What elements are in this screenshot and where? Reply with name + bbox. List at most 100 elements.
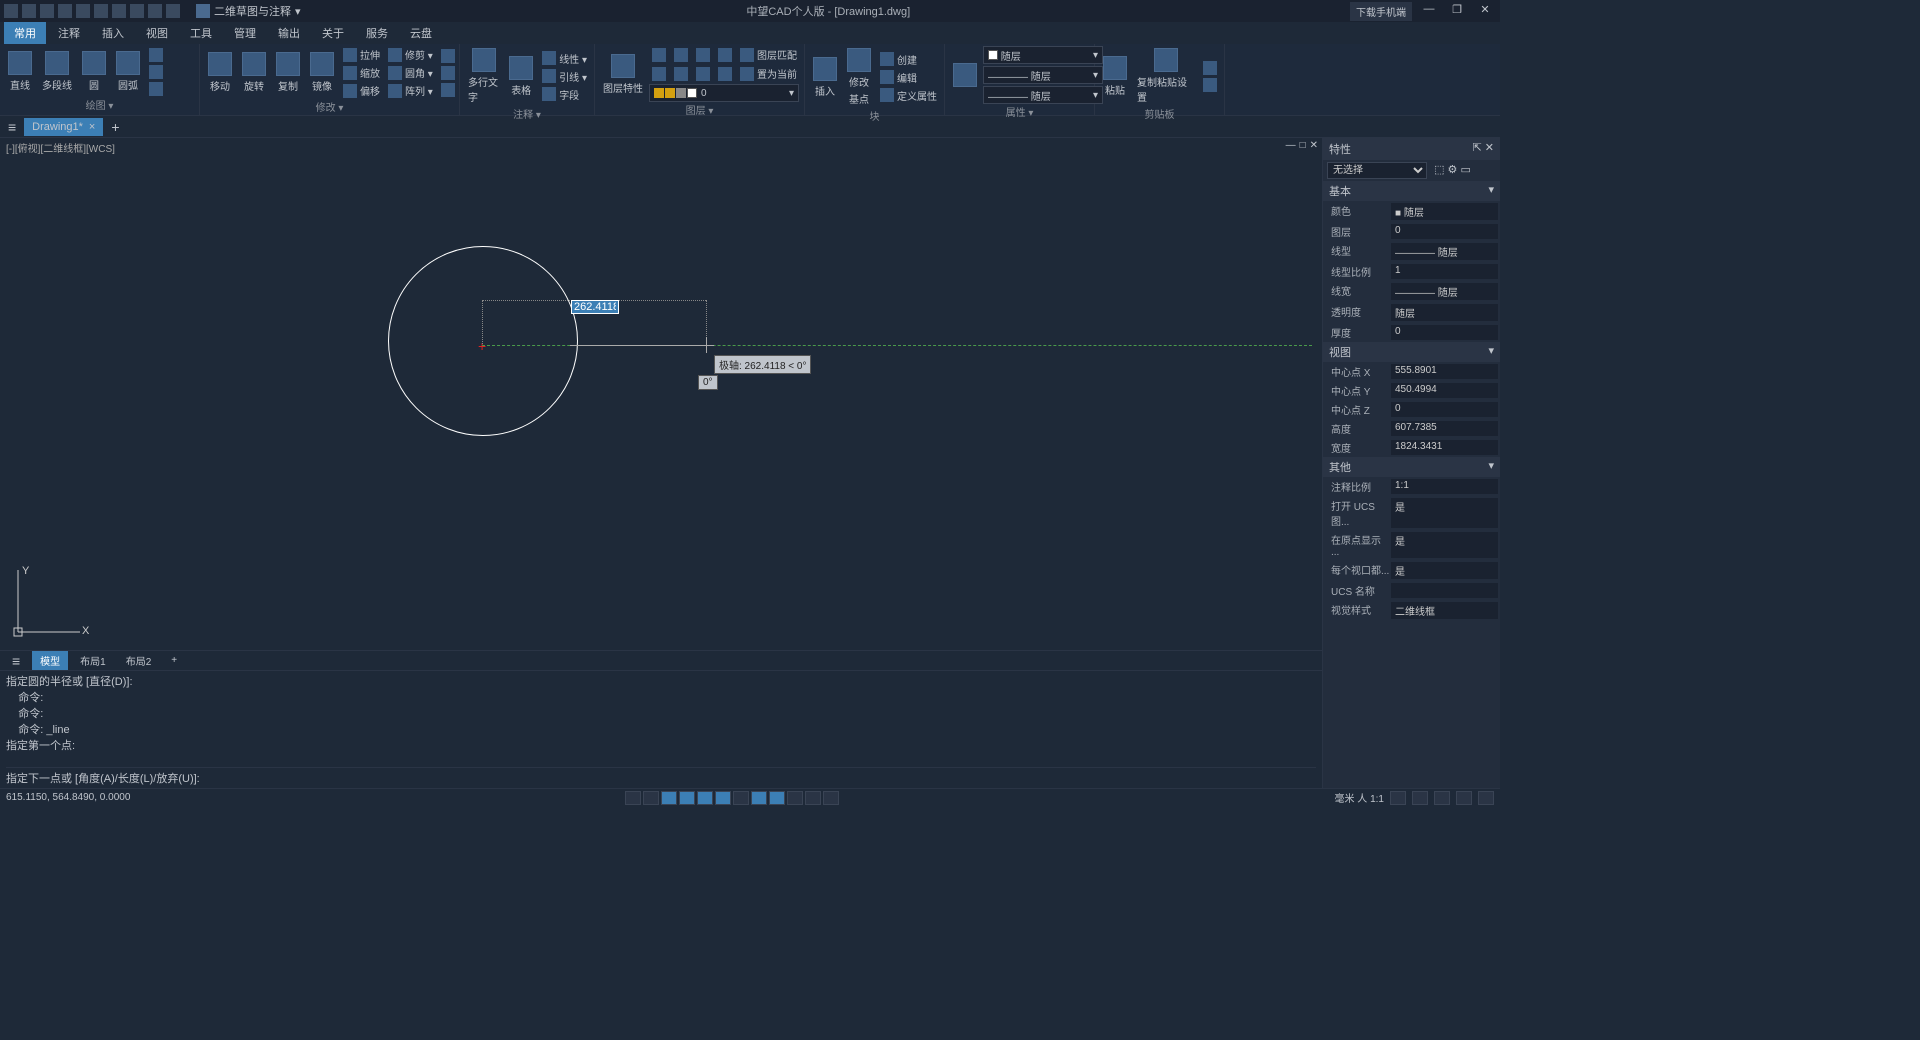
osnap-toggle[interactable] xyxy=(697,791,713,805)
viewport-minimize-icon[interactable]: — xyxy=(1286,140,1296,151)
viewport-close-icon[interactable]: ✕ xyxy=(1310,140,1318,151)
layer-combo[interactable]: 0 ▾ xyxy=(649,84,799,102)
polar-toggle[interactable] xyxy=(679,791,695,805)
redo-icon[interactable] xyxy=(148,4,162,18)
spline-button[interactable] xyxy=(146,47,166,63)
trim-button[interactable]: 修剪 ▾ xyxy=(385,46,436,63)
new-icon[interactable] xyxy=(22,4,36,18)
layer-thaw-button[interactable] xyxy=(649,65,669,82)
section-view[interactable]: 视图▾ xyxy=(1323,342,1500,362)
block-ref-button[interactable]: 编辑 xyxy=(877,69,940,86)
preview-icon[interactable] xyxy=(112,4,126,18)
mirror-button[interactable]: 镜像 xyxy=(306,50,338,95)
lwt-toggle[interactable] xyxy=(751,791,767,805)
prop-value[interactable]: 1:1 xyxy=(1391,479,1498,494)
add-layout-button[interactable]: + xyxy=(163,653,185,668)
block-attr-button[interactable]: 定义属性 xyxy=(877,87,940,104)
panel-close-icon[interactable]: ✕ xyxy=(1485,142,1494,154)
layer-unlock-button[interactable] xyxy=(693,65,713,82)
layer-uniso-button[interactable] xyxy=(715,65,735,82)
layer-off-button[interactable] xyxy=(671,46,691,63)
layer-props-button[interactable]: 图层特性 xyxy=(599,52,647,97)
otrack-toggle[interactable] xyxy=(715,791,731,805)
print-icon[interactable] xyxy=(94,4,108,18)
offset-button[interactable]: 偏移 xyxy=(340,82,383,99)
viewport-label[interactable]: [-][俯视][二维线框][WCS] xyxy=(6,140,115,155)
ortho-toggle[interactable] xyxy=(661,791,677,805)
tab-view[interactable]: 视图 xyxy=(136,22,178,44)
document-tab[interactable]: Drawing1* × xyxy=(24,118,103,136)
erase-button[interactable] xyxy=(438,65,458,81)
tab-insert[interactable]: 插入 xyxy=(92,22,134,44)
ann-vis-icon[interactable] xyxy=(1412,791,1428,805)
open-icon[interactable] xyxy=(40,4,54,18)
insert-button[interactable]: 插入 xyxy=(809,55,841,100)
field-button[interactable]: 字段 xyxy=(539,86,590,103)
model-toggle[interactable] xyxy=(769,791,785,805)
save-icon[interactable] xyxy=(58,4,72,18)
dim-linear-button[interactable]: 线性 ▾ xyxy=(539,50,590,67)
prop-value[interactable]: ———— 随层 xyxy=(1391,243,1498,260)
layer-freeze-button[interactable] xyxy=(649,46,669,63)
layer-iso-button[interactable] xyxy=(715,46,735,63)
paste-button[interactable]: 粘贴 xyxy=(1099,54,1131,99)
match-prop-button[interactable] xyxy=(949,61,981,89)
line-button[interactable]: 直线 xyxy=(4,49,36,94)
prop-value[interactable]: 是 xyxy=(1391,562,1498,579)
select-icon[interactable]: ▭ xyxy=(1460,164,1470,176)
sc-toggle[interactable] xyxy=(805,791,821,805)
tab-tools[interactable]: 工具 xyxy=(180,22,222,44)
pin-icon[interactable]: ⇱ xyxy=(1473,142,1482,154)
prop-value[interactable]: 是 xyxy=(1391,532,1498,558)
copy-clip-button[interactable] xyxy=(1200,77,1220,93)
saveas-icon[interactable] xyxy=(76,4,90,18)
layout-tab-model[interactable]: 模型 xyxy=(32,651,68,670)
prop-value[interactable]: 607.7385 xyxy=(1391,421,1498,436)
array-button[interactable]: 阵列 ▾ xyxy=(385,82,436,99)
minimize-button[interactable]: — xyxy=(1418,3,1440,19)
cut-button[interactable] xyxy=(1200,60,1220,76)
hatch-button[interactable] xyxy=(146,81,166,97)
coords-readout[interactable]: 615.1150, 564.8490, 0.0000 xyxy=(6,792,130,803)
stretch-button[interactable]: 拉伸 xyxy=(340,46,383,63)
ds-toggle[interactable] xyxy=(823,791,839,805)
undo-icon[interactable] xyxy=(130,4,144,18)
prop-value[interactable]: 450.4994 xyxy=(1391,383,1498,398)
tab-output[interactable]: 输出 xyxy=(268,22,310,44)
clean-screen-icon[interactable] xyxy=(1456,791,1472,805)
restore-button[interactable]: ❐ xyxy=(1446,3,1468,19)
prop-value[interactable]: 1 xyxy=(1391,264,1498,279)
rotate-button[interactable]: 旋转 xyxy=(238,50,270,95)
help-icon[interactable] xyxy=(166,4,180,18)
fillet-button[interactable]: 圆角 ▾ xyxy=(385,64,436,81)
layout-menu-button[interactable]: ≡ xyxy=(4,653,28,669)
qp-toggle[interactable] xyxy=(787,791,803,805)
add-tab-button[interactable]: + xyxy=(103,119,127,135)
prop-value[interactable] xyxy=(1391,583,1498,598)
fullscreen-icon[interactable] xyxy=(1478,791,1494,805)
block-create-button[interactable]: 创建 xyxy=(877,51,940,68)
table-button[interactable]: 表格 xyxy=(505,54,537,99)
prop-value[interactable]: 随层 xyxy=(1391,304,1498,321)
tab-service[interactable]: 服务 xyxy=(356,22,398,44)
prop-value[interactable]: 555.8901 xyxy=(1391,364,1498,379)
mtext-button[interactable]: 多行文字 xyxy=(464,46,503,106)
tab-manage[interactable]: 管理 xyxy=(224,22,266,44)
dynamic-input[interactable] xyxy=(571,300,619,314)
snap-toggle[interactable] xyxy=(643,791,659,805)
color-combo[interactable]: 随层▾ xyxy=(983,46,1103,64)
app-logo-icon[interactable] xyxy=(4,4,18,18)
tab-cloud[interactable]: 云盘 xyxy=(400,22,442,44)
layout-tab-1[interactable]: 布局1 xyxy=(72,651,114,670)
close-tab-icon[interactable]: × xyxy=(89,121,95,133)
prop-value[interactable]: ■ 随层 xyxy=(1391,203,1498,220)
prop-value[interactable]: ———— 随层 xyxy=(1391,283,1498,300)
leader-button[interactable]: 引线 ▾ xyxy=(539,68,590,85)
tab-about[interactable]: 关于 xyxy=(312,22,354,44)
layer-on-button[interactable] xyxy=(671,65,691,82)
selection-combo[interactable]: 无选择 xyxy=(1327,162,1427,179)
explode-button[interactable] xyxy=(438,48,458,64)
file-menu-button[interactable]: ≡ xyxy=(0,119,24,135)
section-other[interactable]: 其他▾ xyxy=(1323,457,1500,477)
status-right[interactable]: 毫米 人 1:1 xyxy=(1335,790,1384,805)
